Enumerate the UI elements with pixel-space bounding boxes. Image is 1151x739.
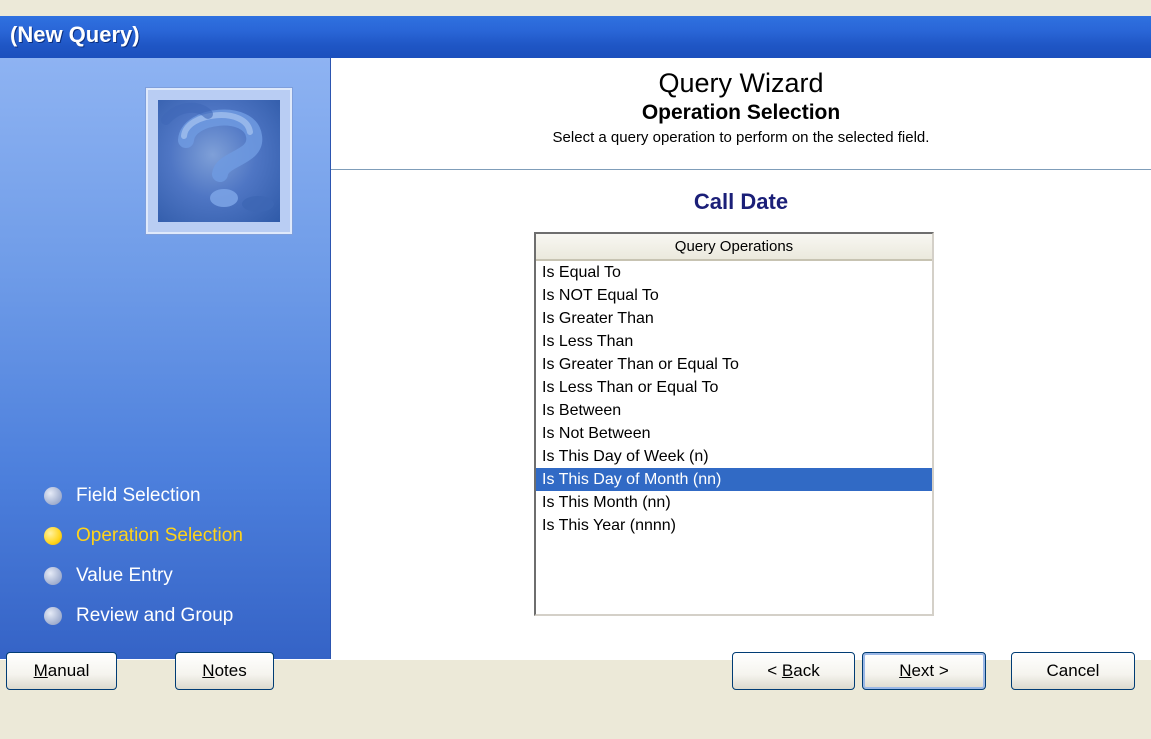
cancel-label: Cancel (1046, 661, 1100, 680)
step-label: Value Entry (76, 565, 173, 586)
list-item[interactable]: Is This Day of Month (nn) (536, 468, 932, 491)
wizard-steps: Field Selection Operation Selection Valu… (44, 476, 243, 636)
cancel-button[interactable]: Cancel (1011, 652, 1135, 690)
list-item[interactable]: Is This Day of Week (n) (536, 445, 932, 468)
back-label: ack (793, 661, 820, 680)
step-label: Operation Selection (76, 525, 243, 546)
list-items: Is Equal To Is NOT Equal To Is Greater Tha… (536, 261, 932, 537)
manual-accel: M (33, 661, 48, 680)
step-label: Review and Group (76, 605, 234, 626)
manual-button[interactable]: Manual (6, 652, 117, 690)
list-item[interactable]: Is Less Than or Equal To (536, 376, 932, 399)
list-item[interactable]: Is NOT Equal To (536, 284, 932, 307)
step-bullet-icon (44, 527, 62, 545)
list-column-header[interactable]: Query Operations (536, 234, 932, 261)
title-bar[interactable]: (New Query) (0, 16, 1151, 58)
wizard-heading: Query Wizard Operation Selection Select … (331, 68, 1151, 146)
next-label: ext > (911, 661, 949, 680)
list-item[interactable]: Is This Month (nn) (536, 491, 932, 514)
step-operation-selection: Operation Selection (44, 516, 243, 556)
query-wizard-window: (New Query) Field Selection Operation Se… (0, 0, 1151, 739)
list-item[interactable]: Is Between (536, 399, 932, 422)
step-bullet-icon (44, 567, 62, 585)
notes-label: otes (214, 661, 247, 680)
list-item[interactable]: Is Less Than (536, 330, 932, 353)
step-bullet-icon (44, 607, 62, 625)
selected-field-name: Call Date (693, 189, 789, 214)
page-description: Select a query operation to perform on t… (552, 129, 930, 146)
step-bullet-icon (44, 487, 62, 505)
back-prefix: < (767, 661, 782, 680)
manual-label: anual (47, 661, 90, 680)
step-label: Field Selection (76, 485, 201, 506)
back-button[interactable]: < Back (732, 652, 855, 690)
next-accel: N (899, 661, 912, 680)
list-item[interactable]: Is Not Between (536, 422, 932, 445)
next-button[interactable]: Next > (862, 652, 986, 690)
step-field-selection: Field Selection (44, 476, 243, 516)
page-subtitle: Operation Selection (641, 101, 841, 124)
list-item[interactable]: Is Greater Than (536, 307, 932, 330)
page-title: Query Wizard (658, 68, 824, 98)
wizard-logo (146, 88, 292, 234)
header-divider (331, 169, 1151, 170)
window-title: (New Query) (10, 22, 140, 47)
step-value-entry: Value Entry (44, 556, 243, 596)
wizard-sidebar: Field Selection Operation Selection Valu… (0, 58, 331, 659)
query-operations-listbox[interactable]: Query Operations Is Equal To Is NOT Equal… (534, 232, 934, 616)
wizard-question-mark-icon (158, 100, 280, 222)
notes-button[interactable]: Notes (175, 652, 274, 690)
list-item[interactable]: Is Greater Than or Equal To (536, 353, 932, 376)
wizard-content: Query Wizard Operation Selection Select … (331, 58, 1151, 659)
notes-accel: N (202, 661, 215, 680)
step-review-and-group: Review and Group (44, 596, 243, 636)
list-item[interactable]: Is This Year (nnnn) (536, 514, 932, 537)
list-item[interactable]: Is Equal To (536, 261, 932, 284)
back-accel: B (781, 661, 794, 680)
